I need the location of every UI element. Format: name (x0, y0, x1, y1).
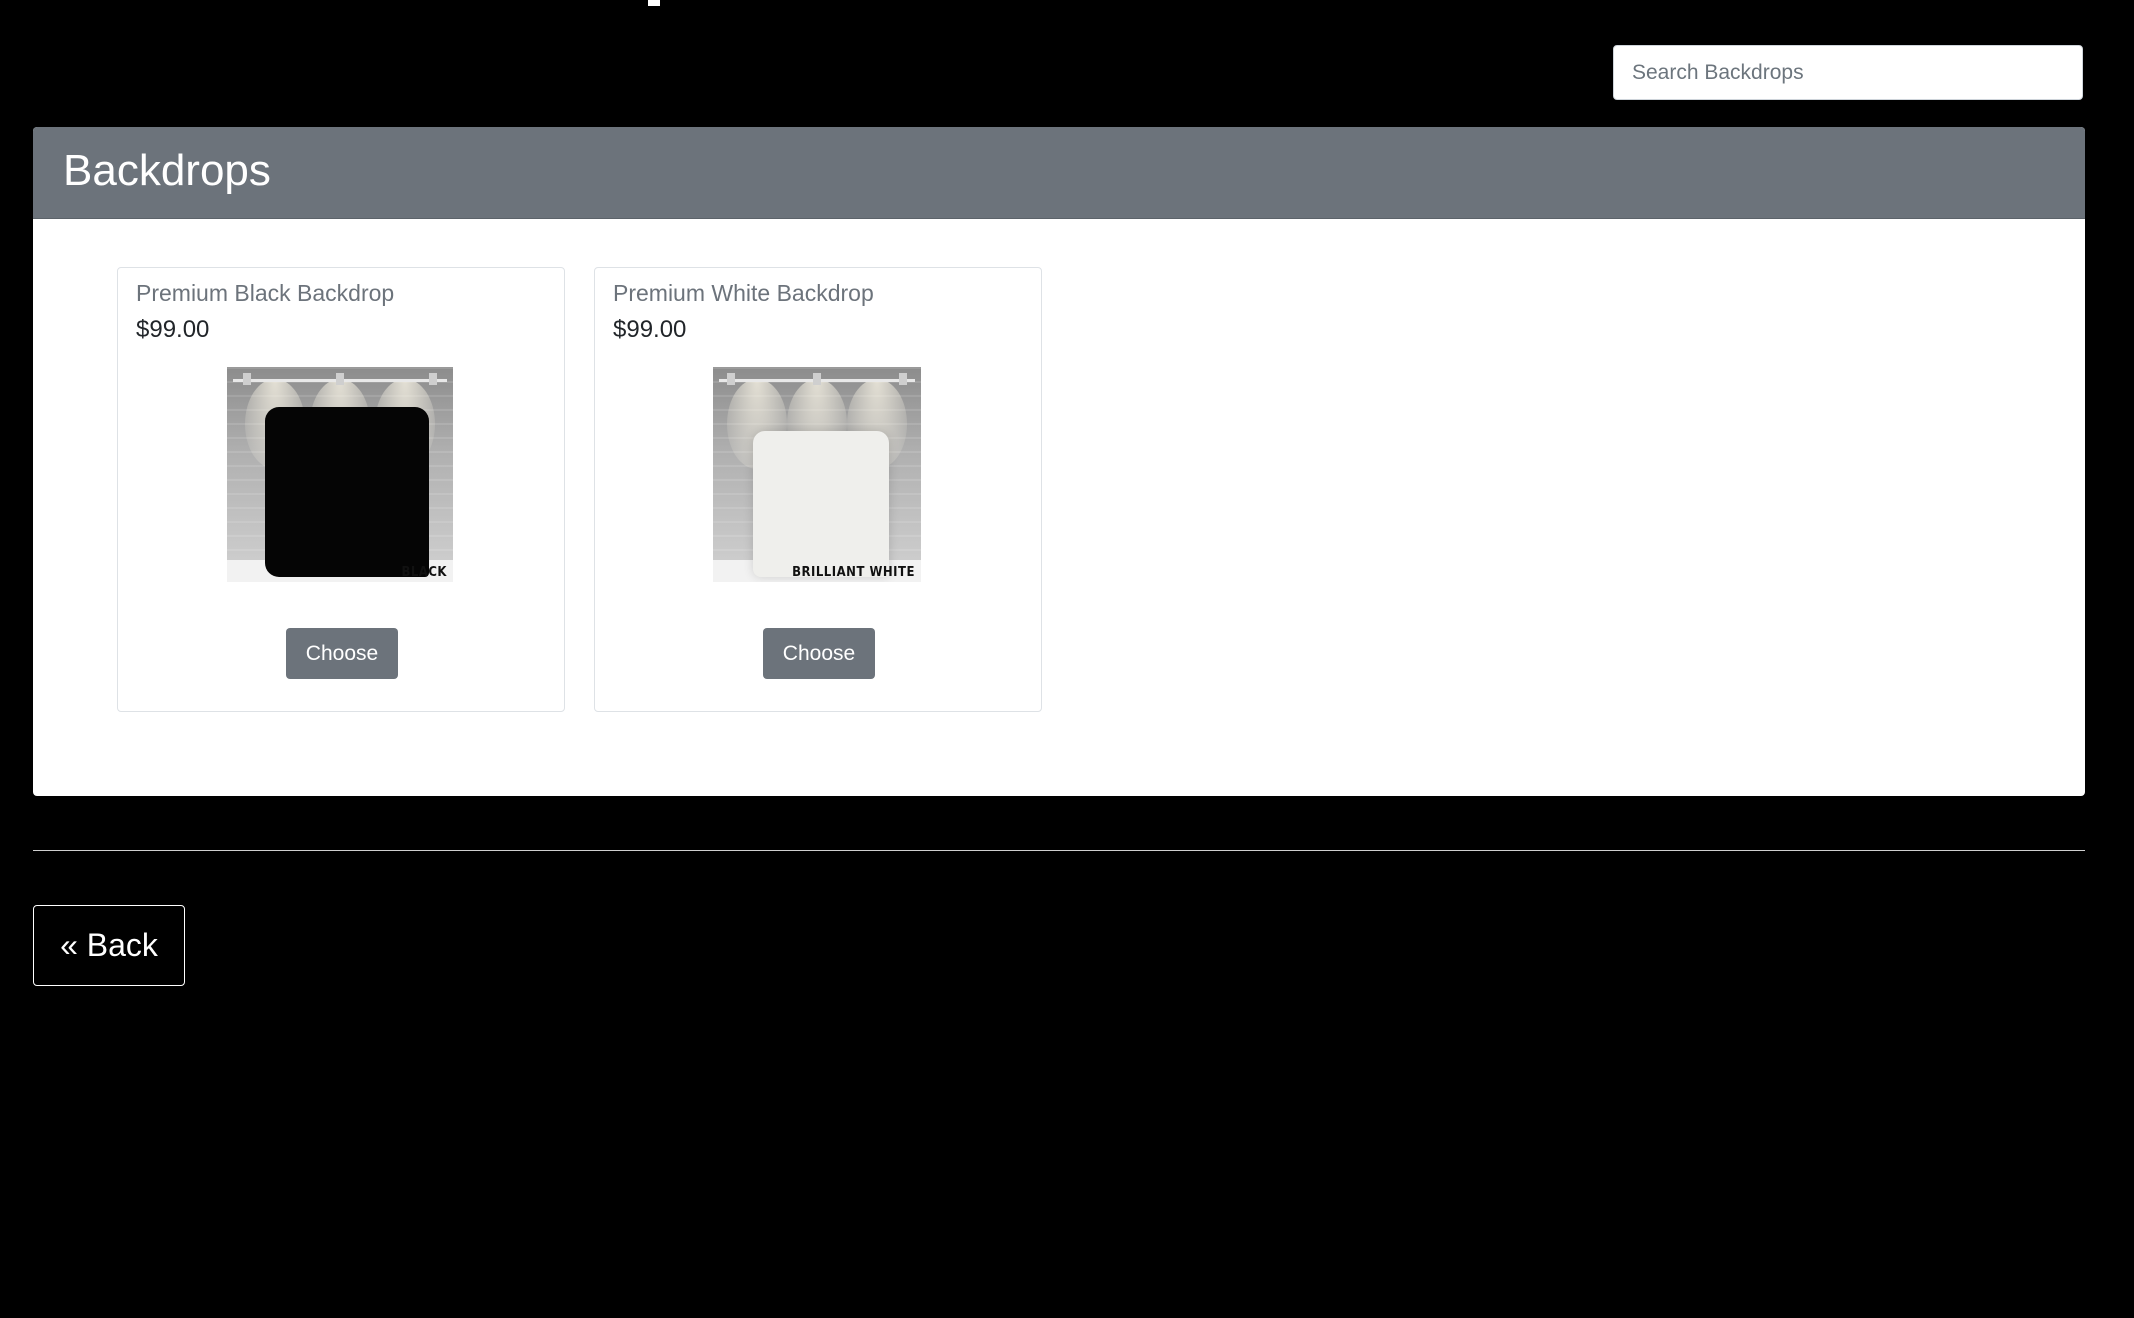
product-image: BRILLIANT WHITE (713, 367, 921, 582)
page-title-fragment (648, 0, 660, 6)
backdrops-panel: Backdrops Premium Black Backdrop $99.00 … (33, 127, 2085, 796)
product-image: BLACK (227, 367, 453, 582)
backdrop-swatch (753, 431, 889, 577)
product-card: Premium Black Backdrop $99.00 BLACK Choo… (117, 267, 565, 712)
backdrop-swatch (265, 407, 429, 577)
product-card: Premium White Backdrop $99.00 BRILLIANT … (594, 267, 1042, 712)
product-name: Premium Black Backdrop (136, 280, 395, 306)
panel-title: Backdrops (63, 146, 271, 195)
image-label: BLACK (401, 565, 447, 580)
choose-button[interactable]: Choose (763, 628, 875, 679)
product-price: $99.00 (613, 316, 687, 343)
product-name: Premium White Backdrop (613, 280, 874, 306)
back-button[interactable]: « Back (33, 905, 185, 986)
choose-button[interactable]: Choose (286, 628, 398, 679)
image-label: BRILLIANT WHITE (792, 565, 915, 580)
divider (33, 850, 2085, 851)
panel-header: Backdrops (33, 127, 2085, 219)
product-price: $99.00 (136, 316, 210, 343)
search-input[interactable] (1613, 45, 2083, 100)
